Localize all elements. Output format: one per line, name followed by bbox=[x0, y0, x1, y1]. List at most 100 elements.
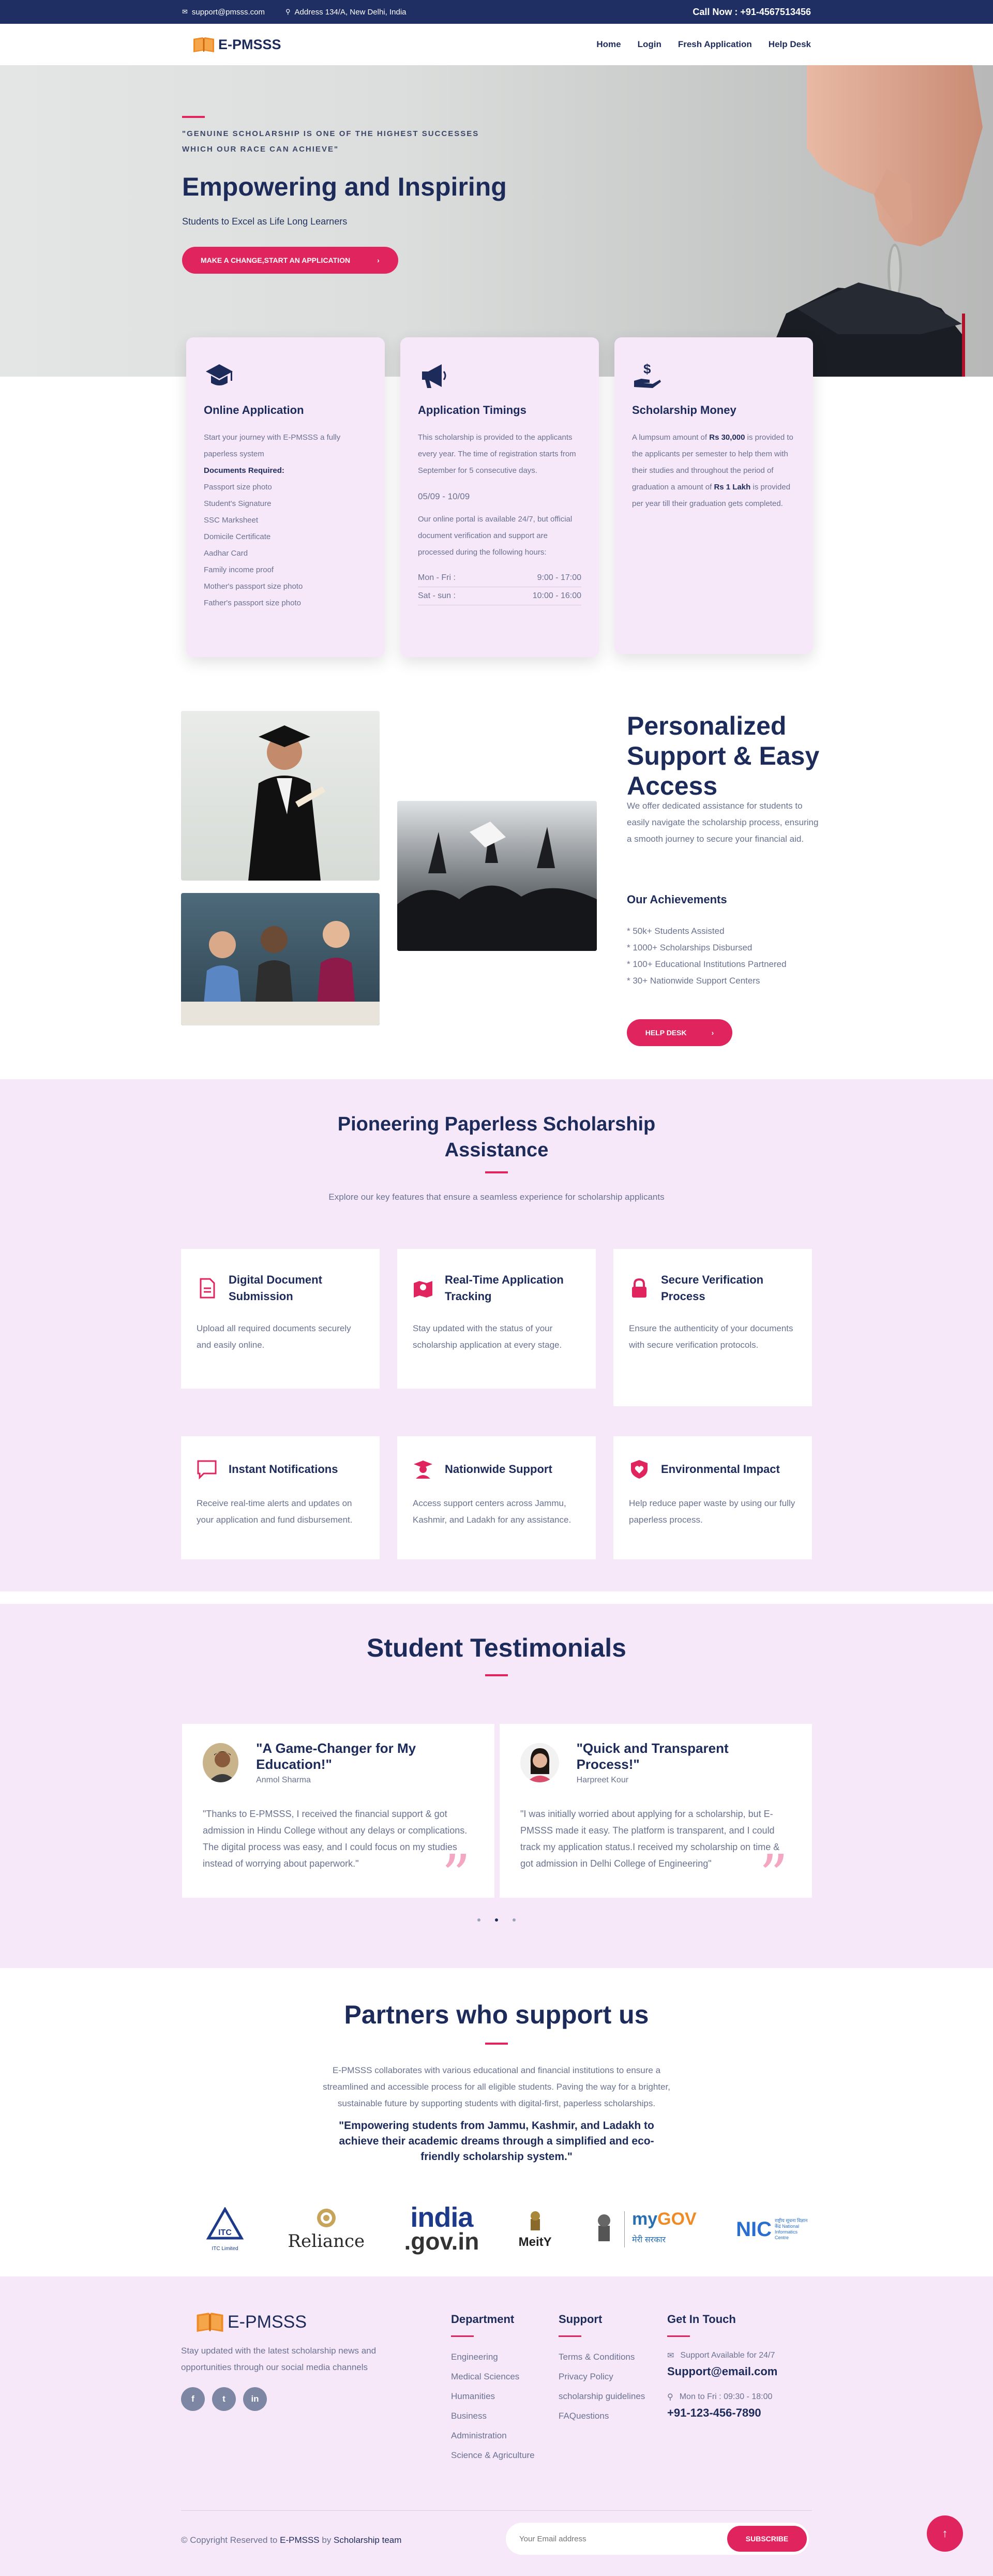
footer-divider bbox=[181, 2510, 812, 2511]
hand-money-icon: $ bbox=[634, 361, 661, 388]
footer-support: Support Terms & Conditions Privacy Polic… bbox=[559, 2313, 645, 2426]
email-info[interactable]: ✉ support@pmsss.com bbox=[182, 8, 265, 17]
footer-about: E-PMSSS Stay updated with the latest sch… bbox=[181, 2311, 378, 2411]
doc-item: Domicile Certificate bbox=[204, 532, 271, 541]
testimonials-carousel[interactable]: "A Game-Changer for My Education!" Anmol … bbox=[182, 1724, 812, 1904]
mail-icon: ✉ bbox=[667, 2351, 674, 2360]
map-pin-icon bbox=[414, 1281, 432, 1298]
footer-link[interactable]: Science & Agriculture bbox=[451, 2446, 535, 2465]
doc-item: Family income proof bbox=[204, 565, 274, 574]
itc-logo[interactable]: ITC ITC Limited bbox=[202, 2206, 248, 2252]
footer-link[interactable]: scholarship guidelines bbox=[559, 2387, 645, 2406]
megaphone-icon bbox=[422, 364, 446, 388]
footer-link[interactable]: Business bbox=[451, 2406, 535, 2426]
partners-description: E-PMSSS collaborates with various educat… bbox=[323, 2065, 670, 2108]
location-icon: ⚲ bbox=[667, 2393, 673, 2402]
copyright: © Copyright Reserved to E-PMSSS by Schol… bbox=[181, 2535, 401, 2545]
application-timings-card: Application Timings This scholarship is … bbox=[400, 337, 599, 657]
title-underline bbox=[485, 1171, 508, 1173]
hero-subtitle: Students to Excel as Life Long Learners bbox=[182, 216, 348, 227]
hero-title: Empowering and Inspiring bbox=[182, 172, 507, 201]
footer-link[interactable]: Engineering bbox=[451, 2347, 535, 2367]
subscribe-button[interactable]: SUBSCRIBE bbox=[727, 2526, 807, 2552]
facebook-icon[interactable]: f bbox=[181, 2387, 205, 2411]
help-desk-label: HELP DESK bbox=[645, 1029, 687, 1037]
footer-link[interactable]: FAQuestions bbox=[559, 2406, 645, 2426]
start-application-button[interactable]: MAKE A CHANGE,START AN APPLICATION › bbox=[182, 247, 398, 274]
testimonials-title: Student Testimonials bbox=[367, 1633, 626, 1662]
scholarship-money-text: A lumpsum amount of Rs 30,000 is provide… bbox=[632, 429, 795, 512]
title-underline bbox=[485, 2043, 508, 2045]
meity-logo[interactable]: MeitY bbox=[519, 2210, 552, 2250]
back-to-top-button[interactable]: ↑ bbox=[927, 2515, 963, 2552]
nic-logo[interactable]: NIC राष्ट्रीय सूचना विज्ञान केंद्र Natio… bbox=[736, 2218, 812, 2241]
footer-link[interactable]: Terms & Conditions bbox=[559, 2347, 645, 2367]
graduation-cap-icon bbox=[206, 364, 233, 385]
testimonial-heading: "A Game-Changer for My Education!" bbox=[256, 1740, 416, 1772]
main-menu: Home Login Fresh Application Help Desk bbox=[580, 39, 811, 50]
features-grid: Digital Document Submission Upload all r… bbox=[181, 1249, 813, 1559]
footer-link[interactable]: Medical Sciences bbox=[451, 2367, 535, 2387]
features-intro: Explore our key features that ensure a s… bbox=[328, 1192, 665, 1202]
doc-item: Passport size photo bbox=[204, 483, 272, 492]
help-desk-button[interactable]: HELP DESK › bbox=[627, 1019, 732, 1046]
achievement-item: * 30+ Nationwide Support Centers bbox=[627, 976, 760, 986]
mail-icon: ✉ bbox=[182, 8, 188, 16]
hours-row: Mon - Fri : 9:00 - 17:00 bbox=[418, 569, 581, 587]
call-now[interactable]: Call Now : +91-4567513456 bbox=[693, 7, 811, 18]
nav-home[interactable]: Home bbox=[596, 39, 621, 50]
nic-wordmark: NIC bbox=[736, 2217, 772, 2241]
feature-title: Real-Time Application Tracking bbox=[445, 1273, 564, 1303]
card-title: Application Timings bbox=[418, 404, 526, 416]
copyright-text: © Copyright Reserved to bbox=[181, 2535, 280, 2545]
footer-column-title: Support bbox=[559, 2313, 603, 2326]
copyright-team[interactable]: Scholarship team bbox=[334, 2535, 401, 2545]
india-gov-logo[interactable]: india .gov.in bbox=[404, 2203, 479, 2255]
avatar bbox=[520, 1743, 559, 1782]
feature-card: Nationwide Support Access support center… bbox=[397, 1436, 596, 1559]
footer-link[interactable]: Humanities bbox=[451, 2387, 535, 2406]
meity-wordmark: MeitY bbox=[518, 2235, 552, 2249]
feature-card: Digital Document Submission Upload all r… bbox=[181, 1249, 380, 1389]
testimonial-author: Anmol Sharma bbox=[256, 1776, 311, 1784]
support-section: Personalized Support & Easy Access We of… bbox=[0, 711, 993, 1079]
portal-text: Our online portal is available 24/7, but… bbox=[418, 515, 573, 557]
carousel-dot[interactable] bbox=[477, 1918, 480, 1922]
footer-link[interactable]: Privacy Policy bbox=[559, 2367, 645, 2387]
carousel-dot[interactable] bbox=[513, 1918, 516, 1922]
nav-login[interactable]: Login bbox=[638, 39, 661, 50]
card-title: Scholarship Money bbox=[632, 404, 736, 416]
itc-emblem-icon: ITC bbox=[206, 2206, 244, 2240]
brand-logo[interactable]: E-PMSSS bbox=[192, 36, 281, 53]
copyright-brand[interactable]: E-PMSSS bbox=[280, 2535, 320, 2545]
testimonials-section: Student Testimonials "A Game-Changer for… bbox=[0, 1604, 993, 1968]
email-text: support@pmsss.com bbox=[191, 7, 265, 17]
svg-text:ITC: ITC bbox=[218, 2228, 232, 2237]
nav-fresh-application[interactable]: Fresh Application bbox=[678, 39, 752, 50]
testimonial-card: "Quick and Transparent Process!" Harpreet… bbox=[500, 1724, 812, 1904]
nav-help-desk[interactable]: Help Desk bbox=[769, 39, 811, 50]
footer-link[interactable]: Administration bbox=[451, 2426, 535, 2446]
info-cards: Online Application Start your journey wi… bbox=[186, 337, 813, 657]
linkedin-icon[interactable]: in bbox=[243, 2387, 267, 2411]
semester-amount: Rs 30,000 bbox=[709, 433, 745, 442]
partners-quote: "Empowering students from Jammu, Kashmir… bbox=[339, 2120, 654, 2163]
footer-brand-logo[interactable]: E-PMSSS bbox=[195, 2311, 378, 2333]
newsletter-email-input[interactable] bbox=[519, 2532, 716, 2545]
twitter-icon[interactable]: t bbox=[212, 2387, 236, 2411]
hero-accent-line bbox=[182, 116, 205, 118]
support-email[interactable]: Support@email.com bbox=[667, 2365, 822, 2378]
card-title: Online Application bbox=[204, 404, 304, 416]
carousel-dot-active[interactable] bbox=[495, 1918, 498, 1922]
money-text: A lumpsum amount of bbox=[632, 433, 710, 442]
support-label: Support Available for 24/7 bbox=[680, 2351, 775, 2360]
govin-wordmark: .gov.in bbox=[404, 2228, 479, 2255]
nic-caption: राष्ट्रीय सूचना विज्ञान केंद्र National … bbox=[774, 2218, 808, 2240]
mygov-logo[interactable]: myGOV मेरी सरकार bbox=[591, 2210, 697, 2249]
feature-text: Help reduce paper waste by using our ful… bbox=[629, 1498, 795, 1525]
support-phone[interactable]: +91-123-456-7890 bbox=[667, 2406, 822, 2420]
newsletter-form: SUBSCRIBE bbox=[506, 2523, 809, 2555]
copyright-text: by bbox=[319, 2535, 334, 2545]
reliance-logo[interactable]: Reliance bbox=[288, 2208, 365, 2252]
emblem-icon bbox=[598, 2214, 611, 2241]
